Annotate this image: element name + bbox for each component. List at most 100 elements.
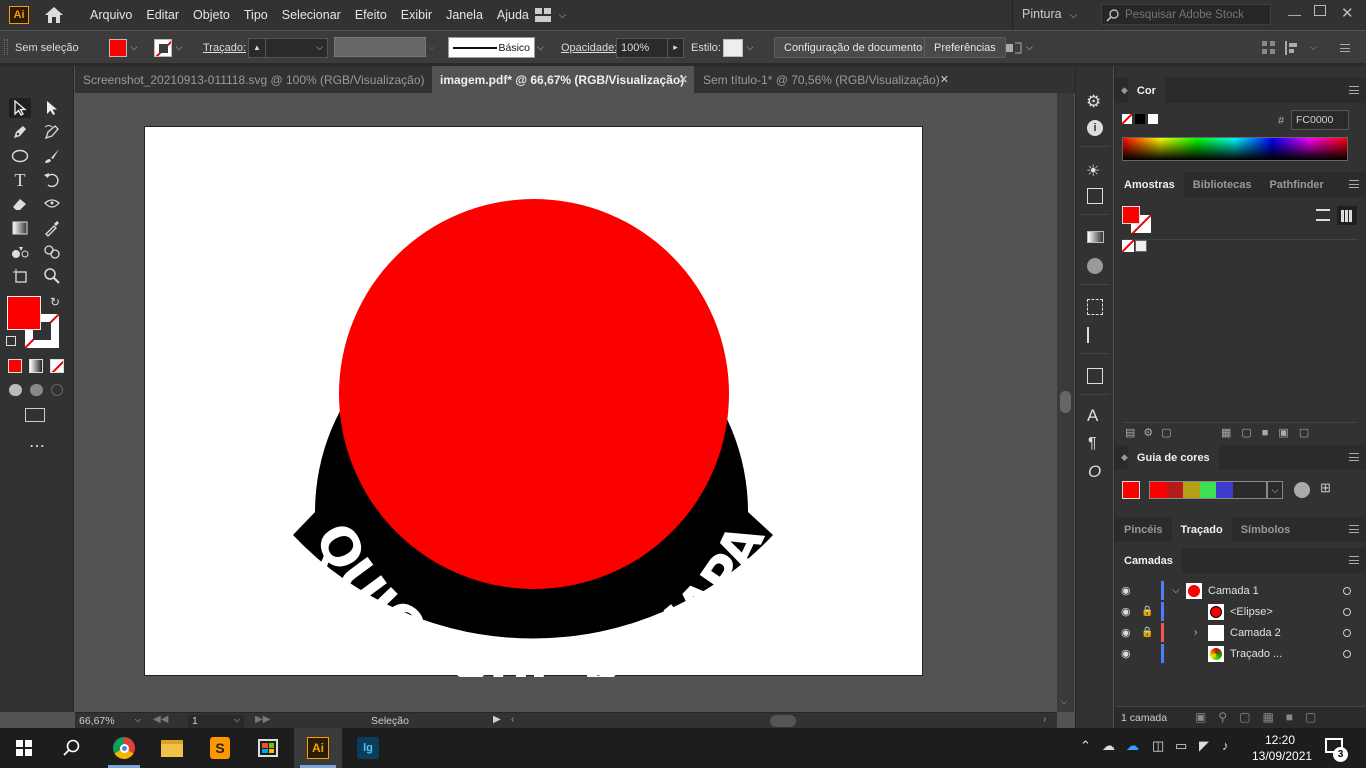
more-tools-icon[interactable]: ⋯	[29, 436, 46, 456]
menu-janela[interactable]: Janela	[439, 8, 490, 22]
draw-normal-icon[interactable]	[9, 384, 22, 396]
onedrive-icon[interactable]: ☁	[1102, 738, 1115, 754]
sublime-text-icon[interactable]: S	[196, 728, 244, 768]
menu-tipo[interactable]: Tipo	[237, 8, 275, 22]
close-tab-icon[interactable]: ✕	[940, 73, 949, 86]
draw-behind-icon[interactable]	[30, 384, 43, 396]
workspace-switcher[interactable]: Pintura	[1022, 7, 1062, 21]
status-menu-icon[interactable]: ▶	[493, 714, 501, 725]
tab-simbolos[interactable]: Símbolos	[1232, 524, 1300, 536]
chevron-right-icon[interactable]: ›	[1194, 627, 1208, 638]
lightroom-icon[interactable]: lg	[344, 728, 392, 768]
swatch-footer-icons[interactable]: ▤⚙▢	[1125, 426, 1180, 439]
tab-bibliotecas[interactable]: Bibliotecas	[1184, 179, 1261, 191]
character-icon[interactable]: A	[1087, 406, 1098, 426]
layer-row[interactable]: ◉ 🔒 › Camada 2	[1121, 622, 1361, 643]
visibility-eye-icon[interactable]: ◉	[1121, 647, 1141, 660]
style-swatch[interactable]	[723, 38, 743, 57]
type-tool-icon[interactable]: T	[9, 170, 31, 190]
paragraph-icon[interactable]: ¶	[1088, 435, 1097, 453]
panel-menu-icon[interactable]	[1340, 37, 1350, 58]
zoom-tool-icon[interactable]	[41, 266, 63, 286]
save-group-icon[interactable]: ⊞	[1320, 480, 1331, 496]
battery-icon[interactable]: ▭	[1175, 738, 1187, 754]
close-tab-icon[interactable]: ✕	[679, 73, 688, 86]
menu-arquivo[interactable]: Arquivo	[83, 8, 139, 22]
blend-tool-icon[interactable]	[9, 242, 31, 262]
layer-actions-icons[interactable]: ▣⚲▢▦■▢	[1195, 710, 1328, 724]
paintbrush-tool-icon[interactable]	[41, 146, 63, 166]
artboard-nav-last-icon[interactable]: ▶▶	[255, 714, 270, 725]
stock-search-input[interactable]	[1125, 8, 1265, 21]
file-explorer-icon[interactable]	[148, 728, 196, 768]
transform-panel-icon[interactable]	[1087, 188, 1103, 204]
home-icon[interactable]	[41, 4, 67, 26]
target-circle-icon[interactable]	[1343, 628, 1351, 637]
layer-row[interactable]: ◉ ⌵ Camada 1	[1121, 580, 1361, 601]
stock-search[interactable]	[1101, 4, 1271, 25]
layer-name[interactable]: Camada 2	[1230, 627, 1343, 639]
search-icon[interactable]	[48, 728, 96, 768]
tab-pathfinder[interactable]: Pathfinder	[1260, 179, 1332, 191]
screen-mode-icon[interactable]	[25, 408, 45, 422]
artboard-tool-icon[interactable]	[9, 266, 31, 286]
chevron-right-icon[interactable]: ▸	[668, 37, 684, 58]
opentype-icon[interactable]: O	[1088, 462, 1101, 482]
pen-tool-icon[interactable]	[9, 122, 31, 142]
panel-menu-icon[interactable]	[1349, 525, 1359, 533]
fill-swatch[interactable]	[109, 38, 127, 57]
menu-selecionar[interactable]: Selecionar	[275, 8, 348, 22]
illustrator-taskbar-icon[interactable]: Ai	[294, 728, 342, 768]
black-swatch[interactable]	[1135, 114, 1145, 124]
visibility-eye-icon[interactable]: ◉	[1121, 584, 1141, 597]
tab-imagem-pdf[interactable]: imagem.pdf* @ 66,67% (RGB/Visualização) ✕	[432, 66, 694, 93]
restore-button[interactable]	[1314, 5, 1326, 16]
visibility-eye-icon[interactable]: ◉	[1121, 626, 1141, 639]
shape-builder-tool-icon[interactable]	[41, 242, 63, 262]
document-setup-button[interactable]: Configuração de documento	[774, 37, 933, 58]
panel-menu-icon[interactable]	[1349, 453, 1359, 461]
selection-tool-icon[interactable]	[9, 98, 31, 118]
fill-indicator[interactable]	[1122, 206, 1140, 224]
draw-inside-icon[interactable]	[51, 384, 63, 396]
align-panel-icon[interactable]	[1087, 327, 1103, 343]
device-icon[interactable]: ◫	[1152, 738, 1164, 754]
target-circle-icon[interactable]	[1343, 607, 1351, 616]
horizontal-scroll-thumb[interactable]	[770, 715, 796, 727]
direct-selection-tool-icon[interactable]	[41, 98, 63, 118]
grid-view-icon[interactable]	[1337, 206, 1357, 225]
chevron-down-icon[interactable]: ⌵	[172, 38, 186, 58]
windows-start-icon[interactable]	[0, 728, 48, 768]
layer-name[interactable]: <Elipse>	[1230, 606, 1343, 618]
edit-colors-icon[interactable]	[1294, 482, 1310, 498]
wifi-icon[interactable]: ◤	[1199, 738, 1209, 754]
layer-row[interactable]: ◉ 🔒 <Elipse>	[1121, 601, 1361, 622]
scroll-down-icon[interactable]: ⌵	[1061, 697, 1067, 707]
registration-swatch[interactable]	[1135, 240, 1147, 252]
target-circle-icon[interactable]	[1343, 586, 1351, 595]
tab-sem-titulo[interactable]: Sem título-1* @ 70,56% (RGB/Visualização…	[695, 66, 955, 93]
menu-editar[interactable]: Editar	[139, 8, 186, 22]
stroke-label[interactable]: Traçado:	[203, 37, 246, 58]
artboard-nav-first-icon[interactable]: ◀◀	[153, 714, 168, 725]
panel-menu-icon[interactable]	[1349, 556, 1359, 564]
style-control[interactable]: ⌵	[723, 37, 757, 58]
chevron-down-icon[interactable]: ⌵	[537, 37, 544, 58]
lock-icon[interactable]: 🔒	[1141, 606, 1161, 617]
none-swatch[interactable]	[1122, 114, 1132, 124]
tab-amostras[interactable]: Amostras	[1115, 172, 1184, 197]
preferences-button[interactable]: Preferências	[924, 37, 1006, 58]
opacity-label[interactable]: Opacidade:	[561, 37, 617, 58]
layer-name[interactable]: Camada 1	[1208, 585, 1343, 597]
menu-efeito[interactable]: Efeito	[348, 8, 394, 22]
hex-input[interactable]: FC0000	[1291, 110, 1349, 130]
show-hidden-icons[interactable]: ⌃	[1080, 738, 1091, 754]
tab-screenshot-svg[interactable]: Screenshot_20210913-011118.svg @ 100% (R…	[75, 66, 431, 93]
zoom-control[interactable]: 66,67% ⌵	[79, 715, 141, 727]
color-panel-title[interactable]: Cor	[1127, 78, 1165, 103]
none-swatch[interactable]	[1122, 240, 1134, 252]
stroke-swatch[interactable]	[154, 38, 172, 57]
eyedropper-tool-icon[interactable]	[41, 218, 63, 238]
microsoft-store-icon[interactable]	[244, 728, 292, 768]
arrange-documents-icon[interactable]: ⌵	[535, 7, 569, 23]
